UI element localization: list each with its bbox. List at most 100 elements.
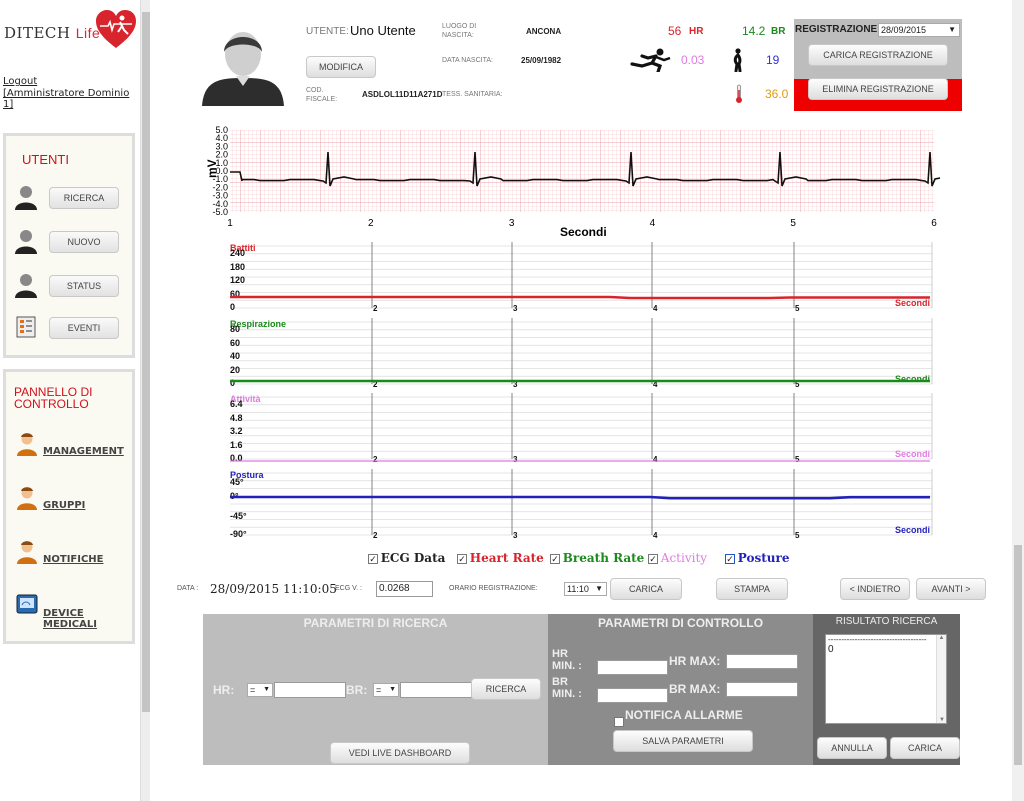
luogo-label-2: NASCITA: [442, 32, 474, 39]
status-button[interactable]: STATUS [49, 275, 119, 297]
legend-br[interactable]: Breath Rate [550, 551, 644, 565]
ecg-checkbox[interactable] [368, 554, 378, 564]
ecg-v-input[interactable]: 0.0268 [376, 581, 433, 597]
breath-chart: Respirazione806040200 2 3 4 5Secondi [230, 317, 933, 389]
page-scrollbar[interactable] [1012, 0, 1024, 801]
heart-x-tick: 3 [513, 304, 518, 313]
gruppi-user-icon [17, 487, 37, 510]
avatar [202, 32, 284, 106]
stampa-button[interactable]: STAMPA [716, 578, 788, 600]
gruppi-link[interactable]: GRUPPI [43, 500, 85, 511]
hr-operator-select[interactable]: = ▼ [247, 683, 273, 697]
notifiche-user-icon [17, 541, 37, 564]
ecg-x-tick: 4 [650, 218, 656, 229]
chevron-down-icon: ▼ [595, 584, 603, 593]
breath-y-tick: 40 [230, 351, 240, 361]
br-search-input[interactable] [400, 682, 472, 698]
risultato-carica-button[interactable]: CARICA [890, 737, 960, 759]
activity-chart: Attività6.44.83.21.60.0 2 3 4 5Secondi [230, 393, 933, 464]
utente-label: UTENTE: [306, 26, 349, 37]
ricerca-button[interactable]: RICERCA [49, 187, 119, 209]
br-search-label: BR: [346, 683, 368, 697]
posture-checkbox[interactable] [725, 554, 735, 564]
hr-value: 56 [668, 24, 682, 38]
luogo-label-1: LUOGO DI [442, 23, 477, 30]
activity-x-tick: 3 [513, 455, 518, 464]
user-search-icon [15, 186, 37, 210]
hr-min-input[interactable] [597, 660, 668, 675]
risultato-value[interactable]: 0 [826, 644, 946, 655]
heart-y-tick: 180 [230, 262, 245, 272]
scroll-up-icon[interactable]: ▲ [937, 635, 946, 641]
risultato-list[interactable]: ------------------------------------- 0 … [825, 634, 947, 724]
page-scrollbar-thumb[interactable] [1014, 545, 1022, 765]
indietro-button[interactable]: < INDIETRO [840, 578, 910, 600]
registrazione-select[interactable]: 28/09/2015 ▼ [878, 23, 960, 37]
hr-max-input[interactable] [726, 654, 798, 669]
ecg-x-tick: 2 [368, 218, 374, 229]
hr-max-label: HR MAX: [669, 654, 721, 668]
modifica-button[interactable]: MODIFICA [306, 56, 376, 78]
notifica-allarme-label: NOTIFICA ALLARME [625, 708, 743, 722]
hr-search-label: HR: [213, 683, 235, 697]
br-min-label-1: BR [552, 676, 568, 688]
avanti-button[interactable]: AVANTI > [916, 578, 986, 600]
legend-activity[interactable]: Activity [648, 551, 707, 565]
ecg-x-tick: 6 [931, 218, 937, 229]
legend-hr[interactable]: Heart Rate [457, 551, 544, 565]
heart-chart: Battiti240180120600 2 3 4 5Secondi [230, 242, 933, 313]
notifica-allarme-checkbox[interactable] [614, 717, 624, 727]
ricerca-search-button[interactable]: RICERCA [471, 678, 541, 700]
br-unit: BR [771, 26, 786, 37]
br-max-input[interactable] [726, 682, 798, 697]
pannello-title-line2: CONTROLLO [14, 397, 89, 411]
annulla-button[interactable]: ANNULLA [817, 737, 887, 759]
eventi-button[interactable]: EVENTI [49, 317, 119, 339]
salva-parametri-button[interactable]: SALVA PARAMETRI [613, 730, 753, 752]
data-label: DATA : [177, 585, 199, 592]
elimina-registrazione-button[interactable]: ELIMINA REGISTRAZIONE [808, 78, 948, 100]
ecg-x-tick: 3 [509, 218, 515, 229]
sidebar-scrollbar-thumb[interactable] [142, 12, 150, 712]
activity-x-tick: 2 [373, 455, 378, 464]
scroll-down-icon[interactable]: ▼ [937, 717, 946, 723]
risultato-ricerca-title: RISULTATO RICERCA [835, 616, 938, 627]
risultato-dashes: ------------------------------------- [828, 635, 927, 644]
orario-select-value: 11:10 [567, 584, 589, 594]
legend-posture[interactable]: Posture [725, 551, 789, 565]
hr-checkbox[interactable] [457, 554, 467, 564]
ecg-x-tick: 5 [790, 218, 796, 229]
activity-checkbox[interactable] [648, 554, 658, 564]
logout-link[interactable]: Logout [3, 76, 37, 87]
logo: DITECH Life [2, 6, 138, 56]
admin-link[interactable]: [Amministratore Dominio 1] [3, 88, 140, 110]
sidebar-scrollbar[interactable] [140, 0, 150, 801]
activity-y-tick: 4.8 [230, 413, 243, 423]
posture-value: 19 [766, 53, 780, 67]
tess-sanitaria-label: TESS. SANITARIA: [442, 91, 503, 98]
notifiche-link[interactable]: NOTIFICHE [43, 554, 104, 565]
ecg-y-label: mV [205, 159, 219, 178]
user-new-icon [15, 230, 37, 254]
live-dashboard-button[interactable]: VEDI LIVE DASHBOARD [330, 742, 470, 764]
nuovo-button[interactable]: NUOVO [49, 231, 119, 253]
device-medicali-link[interactable]: DEVICE MEDICALI [43, 608, 132, 630]
br-value: 14.2 [742, 24, 766, 38]
carica-button[interactable]: CARICA [610, 578, 682, 600]
br-checkbox[interactable] [550, 554, 560, 564]
management-link[interactable]: MANAGEMENT [43, 446, 124, 457]
br-min-input[interactable] [597, 688, 668, 703]
heart-x-tick: 2 [373, 304, 378, 313]
br-operator-select[interactable]: = ▼ [373, 683, 399, 697]
carica-registrazione-button[interactable]: CARICA REGISTRAZIONE [808, 44, 948, 66]
breath-y-tick: 80 [230, 324, 240, 334]
orario-select[interactable]: 11:10 ▼ [564, 582, 607, 596]
posture-icon [733, 48, 742, 72]
parametri-ricerca-panel: PARAMETRI DI RICERCA HR: = ▼ BR: = ▼ RICER… [203, 614, 548, 765]
legend-ecg[interactable]: ECG Data [368, 551, 445, 565]
risultato-scrollbar[interactable]: ▲ ▼ [936, 635, 946, 723]
hr-search-input[interactable] [274, 682, 346, 698]
data-value: 28/09/2015 11:10:05 [210, 582, 337, 596]
posture-x-tick: 4 [653, 531, 658, 540]
posture-y-tick: 45° [230, 477, 244, 487]
